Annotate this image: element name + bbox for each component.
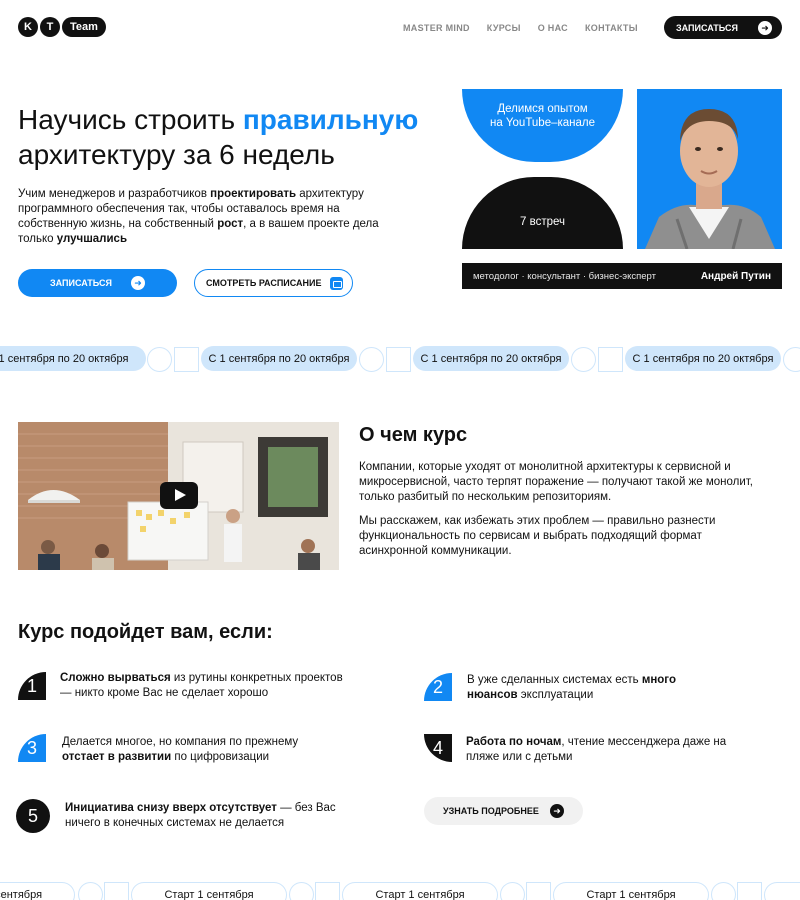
fit-item-1: Сложно вырваться из рутины конкретных пр… — [60, 671, 350, 701]
number-badge-3: 3 — [18, 734, 46, 762]
fit-item-text: Делается многое, но компания по прежнему — [62, 736, 299, 748]
hero-desc-bold: проектировать — [210, 188, 297, 200]
marquee-square — [315, 882, 340, 900]
arrow-right-icon: ➜ — [131, 276, 145, 290]
learn-more-label: УЗНАТЬ ПОДРОБНЕЕ — [443, 806, 539, 816]
hero-title-start: Научись строить — [18, 104, 243, 135]
fit-item-bold: Работа по ночам — [466, 736, 562, 748]
logo[interactable]: K T Team — [18, 17, 106, 37]
youtube-bubble-line2: на YouTube–канале — [489, 117, 596, 129]
hero-description: Учим менеджеров и разработчиков проектир… — [18, 187, 388, 247]
marquee-pill: Старт 1 сентября — [131, 882, 287, 900]
fit-item-3: Делается многое, но компания по прежнему… — [62, 735, 332, 765]
marquee-circle — [147, 347, 172, 372]
about-title: О чем курс — [359, 424, 468, 446]
hero-desc-bold: улучшались — [56, 233, 128, 245]
marquee-pill: Старт 1 сентября — [553, 882, 709, 900]
main-nav: MASTER MIND КУРСЫ О НАС КОНТАКТЫ — [403, 23, 638, 33]
nav-contacts[interactable]: КОНТАКТЫ — [585, 23, 638, 33]
marquee-square — [174, 347, 199, 372]
hero-desc-part: Учим менеджеров и разработчиков — [18, 188, 211, 200]
marquee-pill: Старт 1 сентября — [342, 882, 498, 900]
fit-item-bold: Сложно вырваться — [60, 672, 171, 684]
arrow-right-icon: ➜ — [758, 21, 772, 35]
speaker-role: методолог · консультант · бизнес-эксперт — [473, 270, 656, 282]
play-icon[interactable] — [160, 482, 198, 509]
logo-team: Team — [62, 17, 106, 37]
meetings-count: 7 встреч — [520, 216, 565, 228]
marquee-circle — [711, 882, 736, 900]
marquee-square — [526, 882, 551, 900]
marquee-circle — [359, 347, 384, 372]
marquee-circle — [500, 882, 525, 900]
signup-button-label: ЗАПИСАТЬСЯ — [50, 278, 112, 288]
hero-desc-bold: рост — [217, 218, 244, 230]
marquee-pill: С 1 сентября по 20 октября — [413, 346, 569, 371]
about-paragraph-1: Компании, которые уходят от монолитной а… — [359, 461, 753, 503]
marquee-pill: С 1 сентября по 20 октября — [625, 346, 781, 371]
fit-title: Курс подойдет вам, если: — [18, 621, 273, 643]
marquee-pill: С 1 сентября по 20 октября — [201, 346, 357, 371]
youtube-bubble-line1: Делимся опытом — [497, 103, 588, 115]
speaker-name: Андрей Путин — [700, 270, 771, 282]
marquee-square — [104, 882, 129, 900]
marquee-pill: С 1 сентября по 20 октября — [0, 346, 146, 371]
header: K T Team MASTER MIND КУРСЫ О НАС КОНТАКТ… — [0, 0, 800, 56]
marquee-circle — [289, 882, 314, 900]
youtube-bubble[interactable]: Делимся опытом на YouTube–канале — [462, 89, 623, 162]
signup-button[interactable]: ЗАПИСАТЬСЯ ➜ — [18, 269, 177, 297]
dates-marquee: С 1 сентября по 20 октября С 1 сентября … — [0, 346, 800, 374]
marquee-square — [737, 882, 762, 900]
speaker-portrait — [637, 89, 782, 249]
hero-title-accent: правильную — [242, 104, 419, 135]
arrow-right-icon: ➜ — [550, 804, 564, 818]
fit-item-text: В уже сделанных системах есть — [467, 674, 642, 686]
speaker-caption: методолог · консультант · бизнес-эксперт… — [462, 263, 782, 289]
fit-item-text: по цифровизации — [171, 751, 270, 763]
fit-item-5: Инициатива снизу вверх отсутствует — без… — [65, 801, 355, 831]
nav-master-mind[interactable]: MASTER MIND — [403, 23, 470, 33]
about-paragraph-2: Мы расскажем, как избежать этих проблем … — [359, 515, 716, 557]
calendar-icon — [330, 277, 343, 290]
number-badge-4: 4 — [424, 734, 452, 762]
marquee-pill: Старт 1 сентября — [0, 882, 75, 900]
course-video[interactable] — [18, 422, 339, 570]
schedule-button[interactable]: СМОТРЕТЬ РАСПИСАНИЕ — [194, 269, 353, 297]
header-signup-label: ЗАПИСАТЬСЯ — [676, 22, 738, 33]
start-marquee: Старт 1 сентября Старт 1 сентября Старт … — [0, 881, 800, 900]
marquee-pill — [764, 882, 800, 900]
fit-item-2: В уже сделанных системах есть много нюан… — [467, 673, 707, 703]
marquee-square — [598, 347, 623, 372]
number-badge-1: 1 — [18, 672, 46, 700]
number-badge-5: 5 — [16, 799, 50, 833]
nav-courses[interactable]: КУРСЫ — [487, 23, 521, 33]
fit-item-text: эксплуатации — [517, 689, 594, 701]
marquee-circle — [571, 347, 596, 372]
marquee-square — [386, 347, 411, 372]
marquee-circle — [78, 882, 103, 900]
fit-item-bold: Инициатива снизу вверх отсутствует — [65, 802, 277, 814]
hero-title: Научись строить правильную архитектуру з… — [18, 102, 448, 172]
schedule-button-label: СМОТРЕТЬ РАСПИСАНИЕ — [206, 278, 322, 288]
header-signup-button[interactable]: ЗАПИСАТЬСЯ ➜ — [664, 16, 782, 39]
logo-k: K — [18, 17, 38, 37]
number-badge-2: 2 — [424, 673, 452, 701]
fit-item-4: Работа по ночам, чтение мессенджера даже… — [466, 735, 746, 765]
logo-t: T — [40, 17, 60, 37]
learn-more-button[interactable]: УЗНАТЬ ПОДРОБНЕЕ ➜ — [424, 797, 583, 825]
hero-title-end: архитектуру за 6 недель — [18, 139, 335, 170]
fit-item-bold: отстает в развитии — [62, 751, 172, 763]
meetings-bubble: 7 встреч — [462, 177, 623, 249]
marquee-circle — [783, 347, 800, 372]
nav-about[interactable]: О НАС — [538, 23, 568, 33]
speaker-photo — [637, 89, 782, 249]
